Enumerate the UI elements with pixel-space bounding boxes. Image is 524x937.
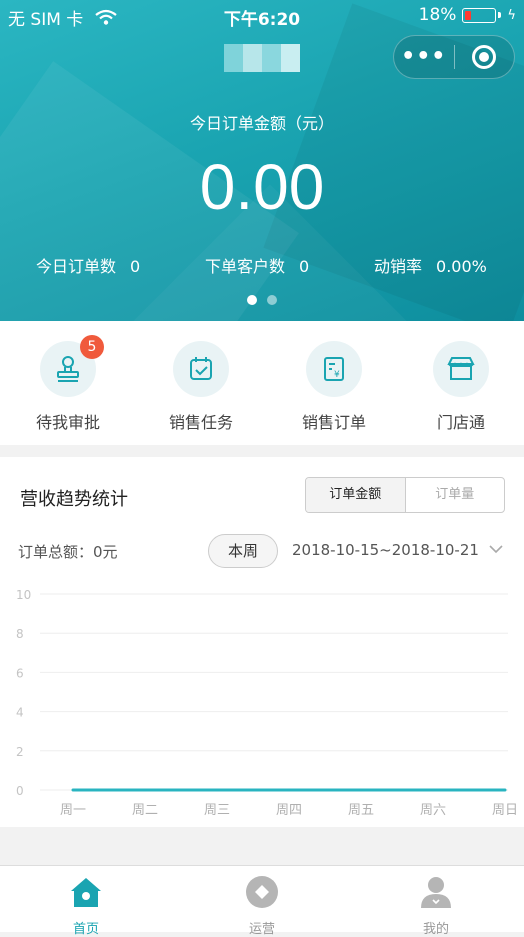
toggle-order-amount[interactable]: 订单金额 [306, 478, 406, 512]
approval-count-badge: 5 [80, 335, 104, 359]
stat-order-count: 今日订单数 0 [36, 257, 141, 276]
profile-icon [421, 877, 451, 908]
y-tick-label: 8 [16, 627, 24, 641]
data-point [503, 788, 507, 792]
data-point [215, 788, 219, 792]
order-total-text: 订单总额：0元 [18, 543, 118, 561]
this-week-button[interactable]: 本周 [208, 534, 278, 568]
data-point [431, 788, 435, 792]
operations-icon [246, 876, 278, 908]
tab-operations[interactable]: 运营 [202, 874, 322, 937]
mini-program-capsule: ••• [393, 35, 515, 79]
quick-item-approval[interactable]: 5 待我审批 [3, 335, 133, 433]
stat-customer-count: 下单客户数 0 [205, 257, 310, 276]
header-hero: 无 SIM 卡 下午6:20 18% ϟ ••• 今日订单金额（元） 0.00 … [0, 0, 524, 321]
data-point [143, 788, 147, 792]
target-circle-icon [472, 45, 497, 69]
x-tick-label: 周四 [276, 803, 302, 817]
x-tick-label: 周日 [492, 803, 518, 817]
revenue-trend-card: 营收趋势统计 订单金额 订单量 订单总额：0元 本周 2018-10-15~20… [0, 457, 524, 827]
x-tick-label: 周二 [132, 803, 158, 817]
page-title-blurred [224, 44, 300, 72]
bottom-tab-bar: 首页 运营 我的 [0, 865, 524, 937]
carousel-dot[interactable] [247, 295, 257, 305]
x-tick-label: 周六 [420, 803, 446, 817]
quick-item-store[interactable]: 门店通 [396, 341, 524, 433]
quick-item-label: 销售任务 [168, 413, 233, 432]
quick-item-sales-task[interactable]: 销售任务 [136, 341, 266, 433]
tab-label-home: 首页 [72, 922, 99, 937]
data-point [359, 788, 363, 792]
tab-label-profile: 我的 [422, 922, 449, 937]
carousel-indicator [0, 295, 524, 305]
y-tick-label: 10 [16, 588, 31, 602]
x-tick-label: 周五 [348, 803, 374, 817]
receipt-yen-icon: ¥ [324, 357, 344, 381]
tab-profile[interactable]: 我的 [376, 874, 496, 937]
data-point [71, 788, 75, 792]
data-point [287, 788, 291, 792]
home-icon [71, 878, 101, 907]
today-amount-value: 0.00 [199, 151, 325, 223]
x-tick-label: 周一 [60, 803, 86, 817]
calendar-check-icon [190, 357, 212, 380]
y-tick-label: 4 [16, 706, 24, 720]
tab-home[interactable]: 首页 [26, 874, 146, 937]
battery-icon [462, 7, 497, 23]
chevron-down-icon[interactable] [488, 541, 504, 557]
y-tick-label: 2 [16, 745, 24, 759]
svg-text:¥: ¥ [334, 370, 340, 380]
quick-item-label: 待我审批 [35, 413, 100, 432]
stat-sell-through-rate: 动销率 0.00% [374, 257, 487, 276]
status-bar: 无 SIM 卡 下午6:20 18% ϟ [0, 0, 524, 32]
tab-label-operations: 运营 [248, 922, 275, 937]
quick-menu: 5 待我审批 销售任务 ¥ 销售订单 门店通 [0, 321, 524, 445]
stamp-icon [57, 356, 79, 382]
more-menu-button[interactable]: ••• [394, 37, 454, 77]
today-amount-label: 今日订单金额（元） [189, 114, 334, 133]
quick-item-label: 销售订单 [301, 413, 366, 432]
revenue-trend-chart: 0 2 4 6 8 10 周一 周二 周三 周四 周五 周六 周日 [16, 588, 518, 817]
y-tick-label: 0 [16, 784, 24, 798]
y-tick-label: 6 [16, 666, 24, 680]
battery-percent: 18% [418, 5, 457, 25]
quick-item-label: 门店通 [436, 413, 485, 432]
trend-title: 营收趋势统计 [20, 489, 128, 510]
date-range-selector[interactable]: 2018-10-15~2018-10-21 [292, 541, 479, 559]
quick-item-sales-order[interactable]: ¥ 销售订单 [269, 341, 399, 433]
close-mini-program-button[interactable] [454, 45, 514, 69]
storefront-icon [447, 357, 475, 380]
carousel-dot[interactable] [267, 295, 277, 305]
toggle-order-count[interactable]: 订单量 [406, 478, 505, 512]
metric-toggle: 订单金额 订单量 [305, 477, 505, 513]
charging-icon: ϟ [507, 7, 516, 23]
x-tick-label: 周三 [204, 803, 230, 817]
